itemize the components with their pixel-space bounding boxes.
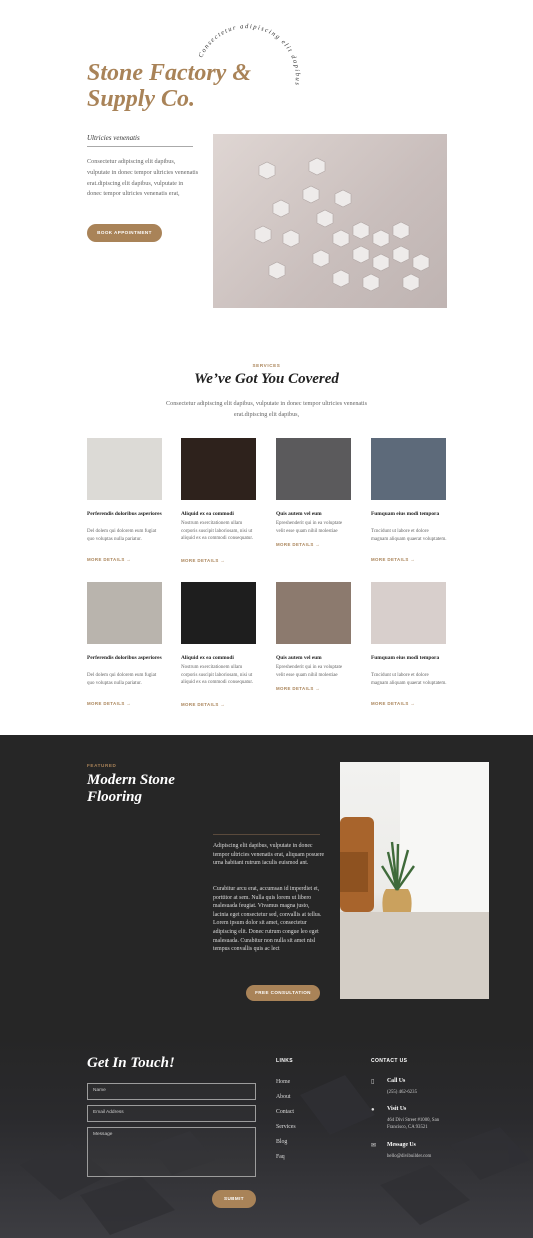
message-us-label: Message Us: [387, 1142, 416, 1148]
divider: [213, 834, 320, 835]
service-card-image: [276, 582, 351, 644]
service-card-text: Nostrum exercitationem ullam corporis su…: [181, 665, 254, 686]
service-card-text: Del dolem qui dolorem eum fugiat quo vol…: [87, 529, 157, 542]
name-field[interactable]: Name: [87, 1083, 256, 1100]
service-card-image: [87, 582, 162, 644]
footer-link-contact[interactable]: Contact: [276, 1109, 294, 1115]
service-card-text: Tcncidunt ut labore et dolore magnam ali…: [371, 529, 447, 542]
call-us-label: Call Us: [387, 1078, 406, 1084]
footer-link-blog[interactable]: Blog: [276, 1139, 287, 1145]
service-card-text: Tcncidunt ut labore et dolore magnam ali…: [371, 673, 447, 686]
service-card-text: Del dolem qui dolorem eum fugiat quo vol…: [87, 673, 157, 686]
more-details-link[interactable]: MORE DETAILS →: [276, 542, 320, 547]
visit-us-label: Visit Us: [387, 1106, 407, 1112]
hero-hexagon-tiles-image: [213, 134, 447, 308]
services-kicker: SERVICES: [252, 363, 281, 368]
footer-link-services[interactable]: Services: [276, 1124, 296, 1130]
featured-title: Modern Stone Flooring: [87, 772, 175, 805]
hero-subtitle: Ultricies venenatis: [87, 134, 140, 142]
contact-section: [0, 1035, 533, 1238]
service-card-title: Perferendis doloribus asperiores: [87, 655, 162, 661]
free-consultation-button[interactable]: FREE CONSULTATION: [246, 985, 320, 1001]
service-card-image: [181, 438, 256, 500]
featured-room-image: [340, 762, 489, 999]
footer-link-about[interactable]: About: [276, 1094, 291, 1100]
service-card-title: Fumquam eius modi tempora: [371, 511, 440, 517]
book-appointment-button[interactable]: BOOK APPOINTMENT: [87, 224, 162, 242]
email-field[interactable]: Email Address: [87, 1105, 256, 1122]
location-pin-icon: ●: [371, 1107, 375, 1113]
more-details-link[interactable]: MORE DETAILS →: [181, 558, 225, 563]
more-details-link[interactable]: MORE DETAILS →: [87, 701, 131, 706]
service-card-image: [181, 582, 256, 644]
divider: [87, 146, 193, 147]
service-card-image: [371, 438, 446, 500]
service-card-image: [371, 582, 446, 644]
more-details-link[interactable]: MORE DETAILS →: [371, 701, 415, 706]
links-heading: LINKS: [276, 1058, 293, 1064]
more-details-link[interactable]: MORE DETAILS →: [371, 557, 415, 562]
svg-text:Consectetur adipiscing elit da: Consectetur adipiscing elit dapibus: [197, 23, 300, 87]
services-title: We’ve Got You Covered: [194, 371, 339, 387]
service-card-image: [87, 438, 162, 500]
service-card-title: Aliquid ex ea commodi: [181, 511, 234, 517]
submit-button[interactable]: SUBMIT: [212, 1190, 256, 1208]
more-details-link[interactable]: MORE DETAILS →: [181, 702, 225, 707]
phone-number[interactable]: (255) 462-6235: [387, 1089, 457, 1096]
arc-tagline: Consectetur adipiscing elit dapibus: [197, 23, 300, 87]
services-intro: Consectetur adipiscing elit dapibus, vul…: [165, 400, 368, 418]
footer-link-home[interactable]: Home: [276, 1079, 290, 1085]
service-card-image: [276, 438, 351, 500]
service-card-title: Perferendis doloribus asperiores: [87, 511, 162, 517]
service-card-title: Aliquid ex ea commodi: [181, 655, 234, 661]
featured-paragraph: Adipiscing elit dapibus, vulputate in do…: [213, 843, 325, 867]
footer-link-faq[interactable]: Faq: [276, 1154, 285, 1160]
address: 464 Divi Street #1000, San Francisco, CA…: [387, 1118, 440, 1130]
phone-icon: ▯: [371, 1079, 375, 1085]
more-details-link[interactable]: MORE DETAILS →: [87, 557, 131, 562]
contact-heading: CONTACT US: [371, 1058, 408, 1064]
message-field[interactable]: Message: [87, 1127, 256, 1177]
service-card-text: Epreshenderit qui in ea voluptate velit …: [276, 521, 343, 534]
service-card-title: Quis autem vel eum: [276, 511, 322, 517]
arc-text: Consectetur adipiscing elit dapibus: [197, 23, 299, 87]
more-details-link[interactable]: MORE DETAILS →: [276, 686, 320, 691]
service-card-text: Epreshenderit qui in ea voluptate velit …: [276, 665, 343, 678]
contact-title: Get In Touch!: [87, 1055, 175, 1071]
hero-body: Consectetur adipiscing elit dapibus, vul…: [87, 158, 199, 198]
service-card-title: Fumquam eius modi tempora: [371, 655, 440, 661]
email-address[interactable]: hello@divibuilder.com: [387, 1153, 457, 1160]
service-card-text: Nostrum exercitationem ullam corporis su…: [181, 521, 254, 542]
envelope-icon: ✉: [371, 1143, 377, 1149]
service-card-title: Quis autem vel eum: [276, 655, 322, 661]
featured-paragraph: Curabitur arcu erat, accumsan id imperdi…: [213, 886, 322, 953]
featured-kicker: FEATURED: [87, 763, 117, 768]
